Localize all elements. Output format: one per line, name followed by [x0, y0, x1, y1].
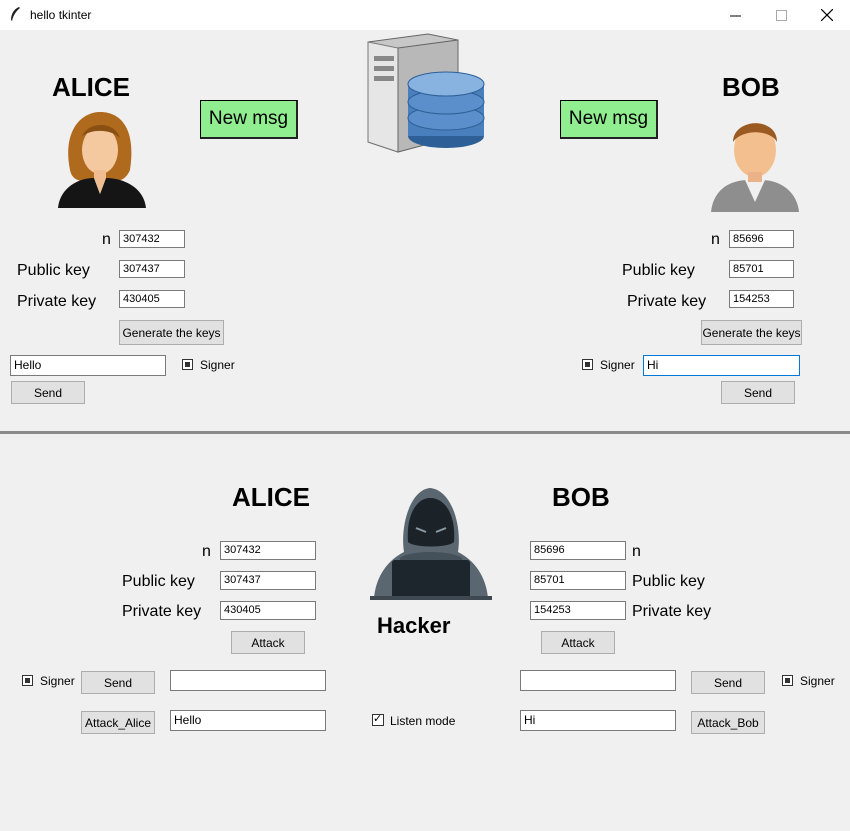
hacker-alice-send-button[interactable]: Send	[81, 671, 155, 694]
bob-private-key-field[interactable]: 154253	[729, 290, 794, 308]
hacker-alice-n-field[interactable]: 307432	[220, 541, 316, 560]
alice-new-msg-button[interactable]: New msg	[200, 100, 298, 139]
hacker-bob-private-key-field[interactable]: 154253	[530, 601, 626, 620]
bob-send-button[interactable]: Send	[721, 381, 795, 404]
bob-generate-keys-button[interactable]: Generate the keys	[701, 320, 802, 345]
alice-title: ALICE	[52, 72, 130, 102]
hacker-alice-attack-button[interactable]: Attack	[231, 631, 305, 654]
close-icon[interactable]	[804, 0, 850, 30]
section-divider	[0, 431, 850, 434]
hacker-bob-signer-label: Signer	[800, 674, 835, 688]
alice-send-button[interactable]: Send	[11, 381, 85, 404]
hacker-alice-private-key-label: Private key	[122, 603, 202, 620]
alice-message-input[interactable]: Hello	[10, 355, 166, 376]
alice-n-label: n	[102, 231, 111, 248]
bob-n-field[interactable]: 85696	[729, 230, 794, 248]
hacker-alice-signer-checkbox[interactable]	[22, 675, 33, 686]
hacker-alice-intercepted-input[interactable]: Hello	[170, 710, 326, 731]
server-database-icon	[367, 33, 485, 153]
hacker-bob-n-label: n	[632, 543, 641, 560]
hacker-bob-send-button[interactable]: Send	[691, 671, 765, 694]
feather-icon	[11, 7, 20, 21]
attack-bob-button[interactable]: Attack_Bob	[691, 711, 765, 734]
hacker-alice-signer-label: Signer	[40, 674, 75, 688]
bob-message-input[interactable]: Hi	[643, 355, 800, 376]
listen-mode-label: Listen mode	[390, 714, 456, 728]
alice-public-key-label: Public key	[17, 262, 90, 279]
hacker-alice-public-key-label: Public key	[122, 573, 195, 590]
hacker-alice-private-key-field[interactable]: 430405	[220, 601, 316, 620]
bob-private-key-label: Private key	[627, 293, 707, 310]
hacker-bob-intercepted-input[interactable]: Hi	[520, 710, 676, 731]
hacker-alice-public-key-field[interactable]: 307437	[220, 571, 316, 590]
hacker-alice-n-label: n	[202, 543, 211, 560]
bob-title: BOB	[722, 72, 780, 102]
alice-signer-label: Signer	[200, 358, 235, 372]
hacker-bob-attack-button[interactable]: Attack	[541, 631, 615, 654]
minimize-icon[interactable]	[712, 0, 758, 30]
hacker-alice-title: ALICE	[232, 482, 310, 512]
listen-mode-checkbox[interactable]	[372, 712, 384, 726]
bob-n-label: n	[711, 231, 720, 248]
window-title: hello tkinter	[30, 8, 92, 22]
alice-avatar-icon	[58, 112, 146, 208]
hacker-bob-public-key-field[interactable]: 85701	[530, 571, 626, 590]
hacker-label: Hacker	[377, 613, 451, 638]
bob-public-key-field[interactable]: 85701	[729, 260, 794, 278]
bob-signer-checkbox[interactable]	[582, 359, 593, 370]
bob-new-msg-button[interactable]: New msg	[560, 100, 658, 139]
hacker-bob-signer-checkbox[interactable]	[782, 675, 793, 686]
alice-private-key-field[interactable]: 430405	[119, 290, 185, 308]
alice-public-key-field[interactable]: 307437	[119, 260, 185, 278]
alice-signer-checkbox[interactable]	[182, 359, 193, 370]
bob-public-key-label: Public key	[622, 262, 695, 279]
hacker-bob-private-key-label: Private key	[632, 603, 712, 620]
alice-private-key-label: Private key	[17, 293, 97, 310]
hacker-bob-title: BOB	[552, 482, 610, 512]
hacker-icon	[370, 488, 492, 600]
hacker-bob-n-field[interactable]: 85696	[530, 541, 626, 560]
maximize-icon[interactable]	[758, 0, 804, 30]
alice-generate-keys-button[interactable]: Generate the keys	[119, 320, 224, 345]
alice-n-field[interactable]: 307432	[119, 230, 185, 248]
attack-alice-button[interactable]: Attack_Alice	[81, 711, 155, 734]
bob-avatar-icon	[711, 123, 799, 212]
bob-signer-label: Signer	[600, 358, 635, 372]
hacker-bob-send-input[interactable]	[520, 670, 676, 691]
hacker-alice-send-input[interactable]	[170, 670, 326, 691]
hacker-bob-public-key-label: Public key	[632, 573, 705, 590]
